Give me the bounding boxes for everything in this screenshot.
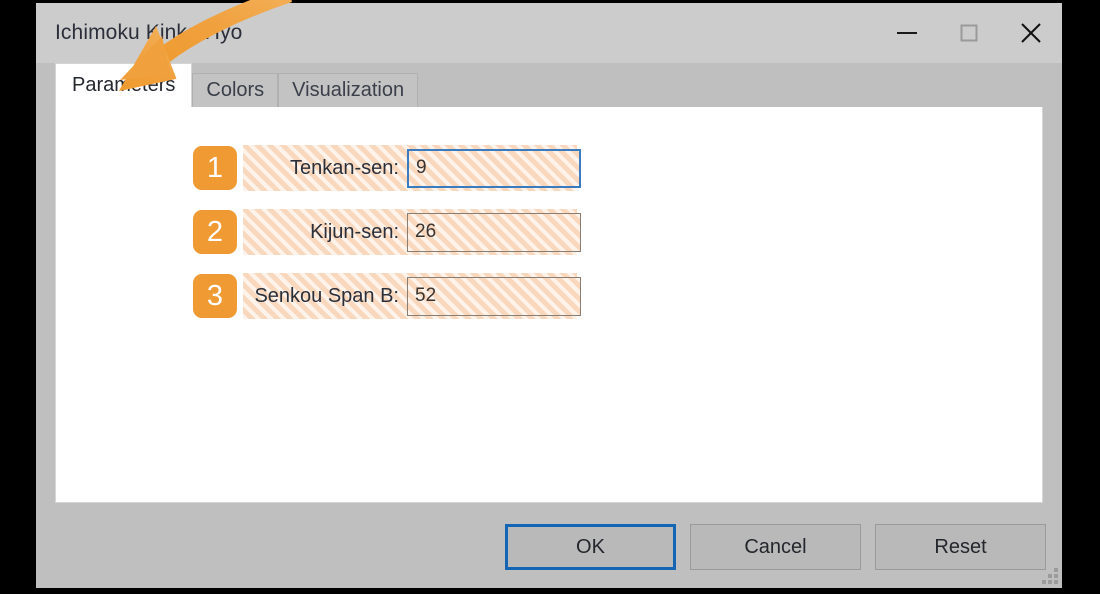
- title-bar: Ichimoku Kinko Hyo: [36, 3, 1062, 63]
- minimize-icon: [895, 27, 919, 39]
- parameter-row-tenkan-sen: 1 Tenkan-sen:: [193, 145, 581, 191]
- window-controls: [876, 3, 1062, 63]
- tab-strip: Parameters Colors Visualization: [36, 63, 1062, 107]
- input-kijun-sen[interactable]: [407, 212, 581, 252]
- tab-visualization[interactable]: Visualization: [278, 73, 419, 107]
- parameter-list: 1 Tenkan-sen: 2 Kijun-sen: 3 Senkou Span…: [193, 145, 581, 337]
- step-badge-3: 3: [193, 274, 237, 318]
- dialog-footer: OK Cancel Reset: [36, 503, 1062, 588]
- label-tenkan-sen: Tenkan-sen:: [290, 156, 399, 179]
- tab-parameters[interactable]: Parameters: [55, 63, 193, 107]
- tab-content-parameters: 1 Tenkan-sen: 2 Kijun-sen: 3 Senkou Span…: [55, 107, 1043, 503]
- close-icon: [1017, 19, 1045, 47]
- reset-button[interactable]: Reset: [875, 524, 1046, 570]
- tab-colors[interactable]: Colors: [192, 73, 279, 107]
- label-kijun-sen: Kijun-sen:: [310, 220, 399, 243]
- dialog-button-bar: OK Cancel Reset: [505, 524, 1046, 570]
- tab-colors-label: Colors: [206, 79, 265, 101]
- window-title: Ichimoku Kinko Hyo: [55, 21, 243, 44]
- minimize-button[interactable]: [876, 3, 938, 63]
- maximize-button[interactable]: [938, 3, 1000, 63]
- label-senkou-span-b: Senkou Span B:: [254, 284, 399, 307]
- ok-button[interactable]: OK: [505, 524, 676, 570]
- cancel-button[interactable]: Cancel: [690, 524, 861, 570]
- step-badge-1: 1: [193, 146, 237, 190]
- tab-parameters-label: Parameters: [72, 74, 176, 96]
- maximize-icon: [957, 21, 981, 45]
- parameter-row-senkou-span-b: 3 Senkou Span B:: [193, 273, 581, 319]
- step-badge-2: 2: [193, 210, 237, 254]
- close-button[interactable]: [1000, 3, 1062, 63]
- input-tenkan-sen[interactable]: [407, 148, 581, 188]
- ichimoku-settings-dialog: Ichimoku Kinko Hyo Parameters Colors Vis…: [36, 3, 1062, 588]
- screen: Ichimoku Kinko Hyo Parameters Colors Vis…: [0, 0, 1100, 594]
- resize-grip[interactable]: [1042, 568, 1058, 584]
- tab-visualization-label: Visualization: [292, 79, 405, 101]
- parameter-row-kijun-sen: 2 Kijun-sen:: [193, 209, 581, 255]
- input-senkou-span-b[interactable]: [407, 276, 581, 316]
